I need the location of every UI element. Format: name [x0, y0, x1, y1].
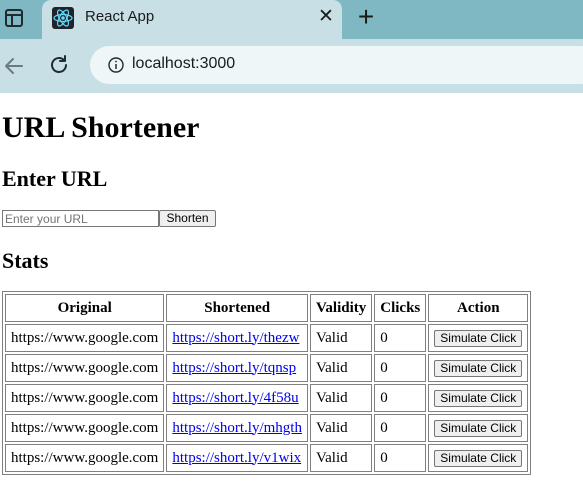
- table-row: https://www.google.com https://short.ly/…: [5, 414, 529, 442]
- cell-action: Simulate Click: [428, 324, 529, 352]
- address-url: localhost:3000: [132, 55, 236, 72]
- table-row: https://www.google.com https://short.ly/…: [5, 324, 529, 352]
- cell-shortened: https://short.ly/thezw: [166, 324, 308, 352]
- reload-icon[interactable]: [47, 53, 71, 77]
- cell-validity: Valid: [309, 354, 373, 382]
- header-original: Original: [5, 294, 165, 322]
- table-row: https://www.google.com https://short.ly/…: [5, 384, 529, 412]
- table-row: https://www.google.com https://short.ly/…: [5, 354, 529, 382]
- cell-shortened: https://short.ly/mhgth: [166, 414, 308, 442]
- stats-table: Original Shortened Validity Clicks Actio…: [2, 291, 532, 475]
- short-link[interactable]: https://short.ly/thezw: [172, 330, 299, 346]
- cell-action: Simulate Click: [428, 384, 529, 412]
- browser-tab[interactable]: React App ✕: [42, 0, 342, 39]
- enter-url-heading: Enter URL: [2, 166, 108, 191]
- cell-shortened: https://short.ly/4f58u: [166, 384, 308, 412]
- simulate-click-button[interactable]: Simulate Click: [434, 449, 523, 467]
- address-bar[interactable]: localhost:3000: [90, 46, 583, 84]
- cell-shortened: https://short.ly/v1wix: [166, 444, 308, 472]
- header-validity: Validity: [309, 294, 373, 322]
- cell-action: Simulate Click: [428, 414, 529, 442]
- short-link[interactable]: https://short.ly/4f58u: [172, 390, 298, 406]
- page-title: URL Shortener: [2, 111, 200, 144]
- cell-action: Simulate Click: [428, 354, 529, 382]
- short-link[interactable]: https://short.ly/mhgth: [172, 420, 302, 436]
- page-content: URL Shortener Enter URL Shorten Stats Or…: [0, 93, 583, 499]
- sidebar-toggle-icon[interactable]: [5, 9, 23, 27]
- short-link[interactable]: https://short.ly/tqnsp: [172, 360, 296, 376]
- table-header-row: Original Shortened Validity Clicks Actio…: [5, 294, 529, 322]
- table-row: https://www.google.com https://short.ly/…: [5, 444, 529, 472]
- tab-title: React App: [85, 8, 155, 25]
- simulate-click-button[interactable]: Simulate Click: [434, 419, 523, 437]
- stats-heading: Stats: [2, 248, 49, 273]
- header-action: Action: [428, 294, 529, 322]
- cell-validity: Valid: [309, 444, 373, 472]
- cell-validity: Valid: [309, 384, 373, 412]
- cell-clicks: 0: [374, 414, 427, 442]
- browser-tab-strip: React App ✕ +: [0, 0, 583, 39]
- shorten-button[interactable]: Shorten: [159, 210, 216, 227]
- cell-action: Simulate Click: [428, 444, 529, 472]
- browser-toolbar: localhost:3000: [0, 39, 583, 93]
- react-favicon-icon: [52, 7, 74, 29]
- cell-clicks: 0: [374, 444, 427, 472]
- cell-original: https://www.google.com: [5, 384, 165, 412]
- cell-shortened: https://short.ly/tqnsp: [166, 354, 308, 382]
- cell-original: https://www.google.com: [5, 354, 165, 382]
- back-arrow-icon[interactable]: [2, 54, 26, 78]
- cell-validity: Valid: [309, 324, 373, 352]
- info-icon[interactable]: [108, 57, 124, 73]
- cell-original: https://www.google.com: [5, 324, 165, 352]
- header-shortened: Shortened: [166, 294, 308, 322]
- simulate-click-button[interactable]: Simulate Click: [434, 389, 523, 407]
- cell-original: https://www.google.com: [5, 444, 165, 472]
- close-icon[interactable]: ✕: [316, 7, 336, 27]
- cell-clicks: 0: [374, 384, 427, 412]
- simulate-click-button[interactable]: Simulate Click: [434, 329, 523, 347]
- plus-icon[interactable]: +: [354, 3, 378, 31]
- simulate-click-button[interactable]: Simulate Click: [434, 359, 523, 377]
- url-input[interactable]: [2, 210, 159, 227]
- header-clicks: Clicks: [374, 294, 427, 322]
- cell-clicks: 0: [374, 324, 427, 352]
- cell-clicks: 0: [374, 354, 427, 382]
- cell-validity: Valid: [309, 414, 373, 442]
- short-link[interactable]: https://short.ly/v1wix: [172, 450, 301, 466]
- cell-original: https://www.google.com: [5, 414, 165, 442]
